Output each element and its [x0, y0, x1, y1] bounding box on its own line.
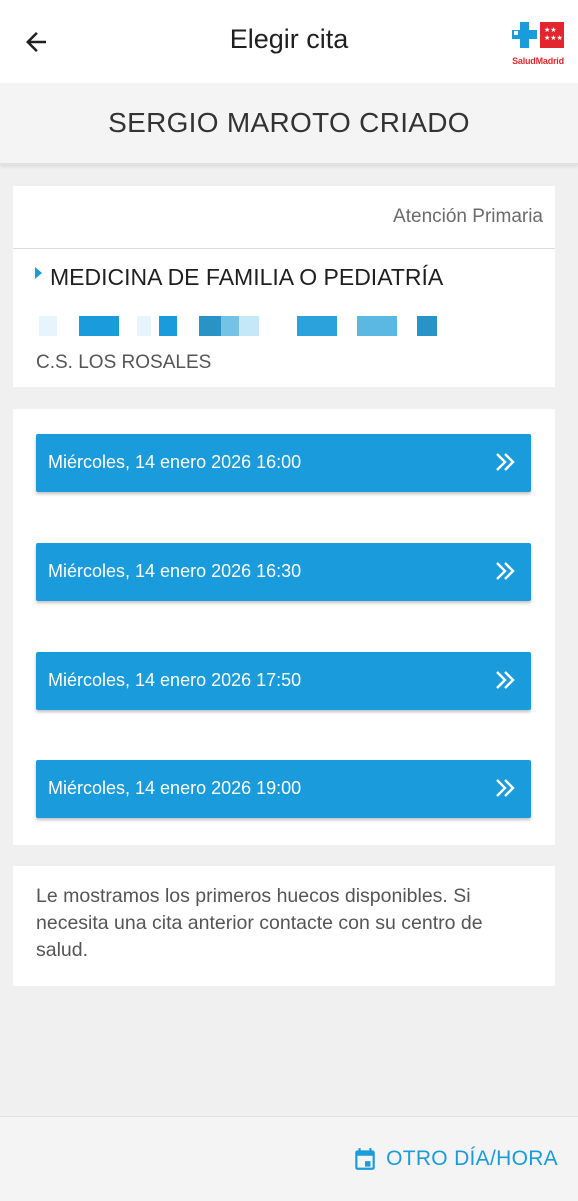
logo-text: SaludMadrid — [512, 56, 564, 66]
double-chevron-right-icon — [496, 671, 515, 689]
double-chevron-right-icon — [496, 779, 515, 797]
care-level-label: Atención Primaria — [393, 206, 543, 227]
svg-text:★★★: ★★★ — [544, 34, 563, 42]
slot-button[interactable]: Miércoles, 14 enero 2026 16:00 — [36, 434, 531, 492]
app-bar: Elegir cita ★★ ★★★ SaludMadrid — [0, 0, 578, 83]
patient-bar: SERGIO MAROTO CRIADO — [0, 83, 578, 165]
salud-madrid-logo: ★★ ★★★ SaludMadrid — [508, 20, 568, 66]
salud-madrid-icon: ★★ ★★★ — [512, 22, 564, 48]
slot-label: Miércoles, 14 enero 2026 17:50 — [48, 670, 302, 690]
svg-text:★★: ★★ — [544, 26, 557, 34]
slot-button[interactable]: Miércoles, 14 enero 2026 19:00 — [36, 760, 531, 818]
health-center-label: C.S. LOS ROSALES — [36, 352, 212, 373]
divider — [13, 248, 555, 249]
page-title: Elegir cita — [229, 24, 349, 54]
info-note-card: Le mostramos los primeros huecos disponi… — [13, 866, 555, 986]
appointment-info-card: Atención Primaria MEDICINA DE FAMILIA O … — [13, 186, 555, 387]
calendar-icon — [355, 1148, 375, 1170]
double-chevron-right-icon — [496, 453, 515, 471]
slot-label: Miércoles, 14 enero 2026 16:00 — [48, 452, 302, 472]
caret-right-icon — [35, 267, 42, 279]
slot-label: Miércoles, 14 enero 2026 16:30 — [48, 561, 302, 581]
redacted-doctor-name — [39, 316, 439, 336]
slot-label: Miércoles, 14 enero 2026 19:00 — [48, 778, 302, 798]
slots-card: Miércoles, 14 enero 2026 16:00 Miércoles… — [13, 409, 555, 845]
other-day-time-button[interactable]: OTRO DÍA/HORA — [352, 1143, 558, 1175]
slot-button[interactable]: Miércoles, 14 enero 2026 16:30 — [36, 543, 531, 601]
slot-button[interactable]: Miércoles, 14 enero 2026 17:50 — [36, 652, 531, 710]
bottom-action-bar: OTRO DÍA/HORA — [0, 1116, 578, 1201]
other-day-time-label: OTRO DÍA/HORA — [386, 1147, 558, 1170]
specialty-label: MEDICINA DE FAMILIA O PEDIATRÍA — [50, 264, 444, 290]
info-note-text: Le mostramos los primeros huecos disponi… — [36, 885, 483, 961]
double-chevron-right-icon — [496, 562, 515, 580]
patient-name: SERGIO MAROTO CRIADO — [108, 107, 470, 138]
